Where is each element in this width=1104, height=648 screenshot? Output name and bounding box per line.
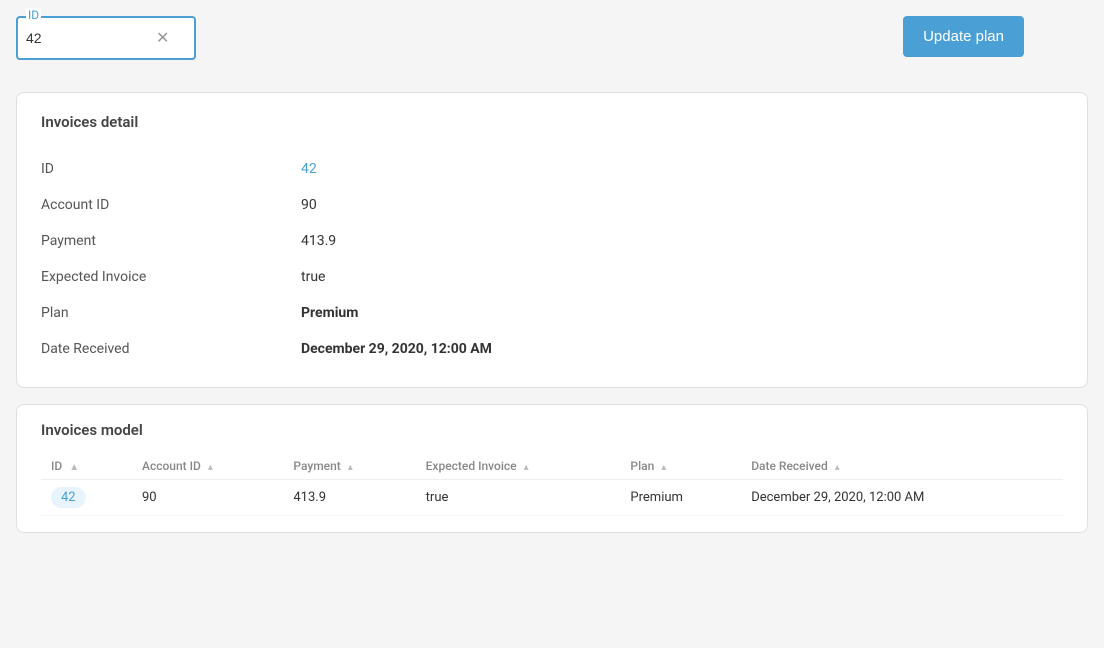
id-search-input[interactable] <box>26 30 156 46</box>
table-cell-account-id: 90 <box>132 480 283 516</box>
col-header-date-received-label: Date Received <box>751 459 828 473</box>
col-header-id[interactable]: ID ▲ <box>41 453 132 480</box>
detail-row-id: ID 42 <box>41 151 1063 187</box>
update-plan-button[interactable]: Update plan <box>903 16 1024 57</box>
col-header-plan[interactable]: Plan ▴ <box>620 453 741 480</box>
col-header-payment-label: Payment <box>293 459 340 473</box>
table-cell-plan: Premium <box>620 480 741 516</box>
table-cell-date-received: December 29, 2020, 12:00 AM <box>741 480 1063 516</box>
col-header-date-received[interactable]: Date Received ▴ <box>741 453 1063 480</box>
detail-value-date-received: December 29, 2020, 12:00 AM <box>301 331 1063 367</box>
table-header-row: ID ▲ Account ID ▴ Payment ▴ Expected Inv… <box>41 453 1063 480</box>
sort-icon-payment: ▴ <box>348 462 353 473</box>
clear-input-button[interactable]: ✕ <box>156 28 169 48</box>
invoices-model-card: Invoices model ID ▲ Account ID ▴ Payment… <box>16 404 1088 533</box>
sort-icon-id: ▲ <box>69 462 79 473</box>
col-header-payment[interactable]: Payment ▴ <box>283 453 415 480</box>
detail-label-expected-invoice: Expected Invoice <box>41 259 301 295</box>
row-id-link[interactable]: 42 <box>51 487 86 508</box>
id-input-label: ID <box>26 8 41 22</box>
detail-value-expected-invoice: true <box>301 259 1063 295</box>
detail-value-payment: 413.9 <box>301 223 1063 259</box>
sort-icon-account-id: ▴ <box>208 462 213 473</box>
detail-row-account-id: Account ID 90 <box>41 187 1063 223</box>
id-search-wrapper: ID ✕ <box>16 16 196 60</box>
detail-value-plan: Premium <box>301 295 1063 331</box>
detail-row-plan: Plan Premium <box>41 295 1063 331</box>
detail-label-date-received: Date Received <box>41 331 301 367</box>
table-cell-expected-invoice: true <box>416 480 621 516</box>
detail-label-plan: Plan <box>41 295 301 331</box>
col-header-expected-invoice-label: Expected Invoice <box>426 459 517 473</box>
sort-icon-expected-invoice: ▴ <box>524 462 529 473</box>
col-header-account-id-label: Account ID <box>142 459 201 473</box>
detail-card-title: Invoices detail <box>41 113 1063 131</box>
col-header-account-id[interactable]: Account ID ▴ <box>132 453 283 480</box>
detail-table: ID 42 Account ID 90 Payment 413.9 Expect… <box>41 151 1063 367</box>
col-header-id-label: ID <box>51 459 62 473</box>
detail-row-date-received: Date Received December 29, 2020, 12:00 A… <box>41 331 1063 367</box>
invoices-detail-card: Invoices detail ID 42 Account ID 90 Paym… <box>16 92 1088 388</box>
detail-value-account-id: 90 <box>301 187 1063 223</box>
detail-label-account-id: Account ID <box>41 187 301 223</box>
model-table: ID ▲ Account ID ▴ Payment ▴ Expected Inv… <box>41 453 1063 516</box>
detail-row-payment: Payment 413.9 <box>41 223 1063 259</box>
sort-icon-plan: ▴ <box>661 462 666 473</box>
detail-value-id[interactable]: 42 <box>301 161 317 177</box>
col-header-expected-invoice[interactable]: Expected Invoice ▴ <box>416 453 621 480</box>
detail-label-id: ID <box>41 151 301 187</box>
model-card-title: Invoices model <box>41 421 1063 439</box>
sort-icon-date-received: ▴ <box>835 462 840 473</box>
table-cell-id: 42 <box>41 480 132 516</box>
table-row: 42 90 413.9 true Premium December 29, 20… <box>41 480 1063 516</box>
table-cell-payment: 413.9 <box>283 480 415 516</box>
detail-label-payment: Payment <box>41 223 301 259</box>
detail-row-expected-invoice: Expected Invoice true <box>41 259 1063 295</box>
col-header-plan-label: Plan <box>630 459 654 473</box>
